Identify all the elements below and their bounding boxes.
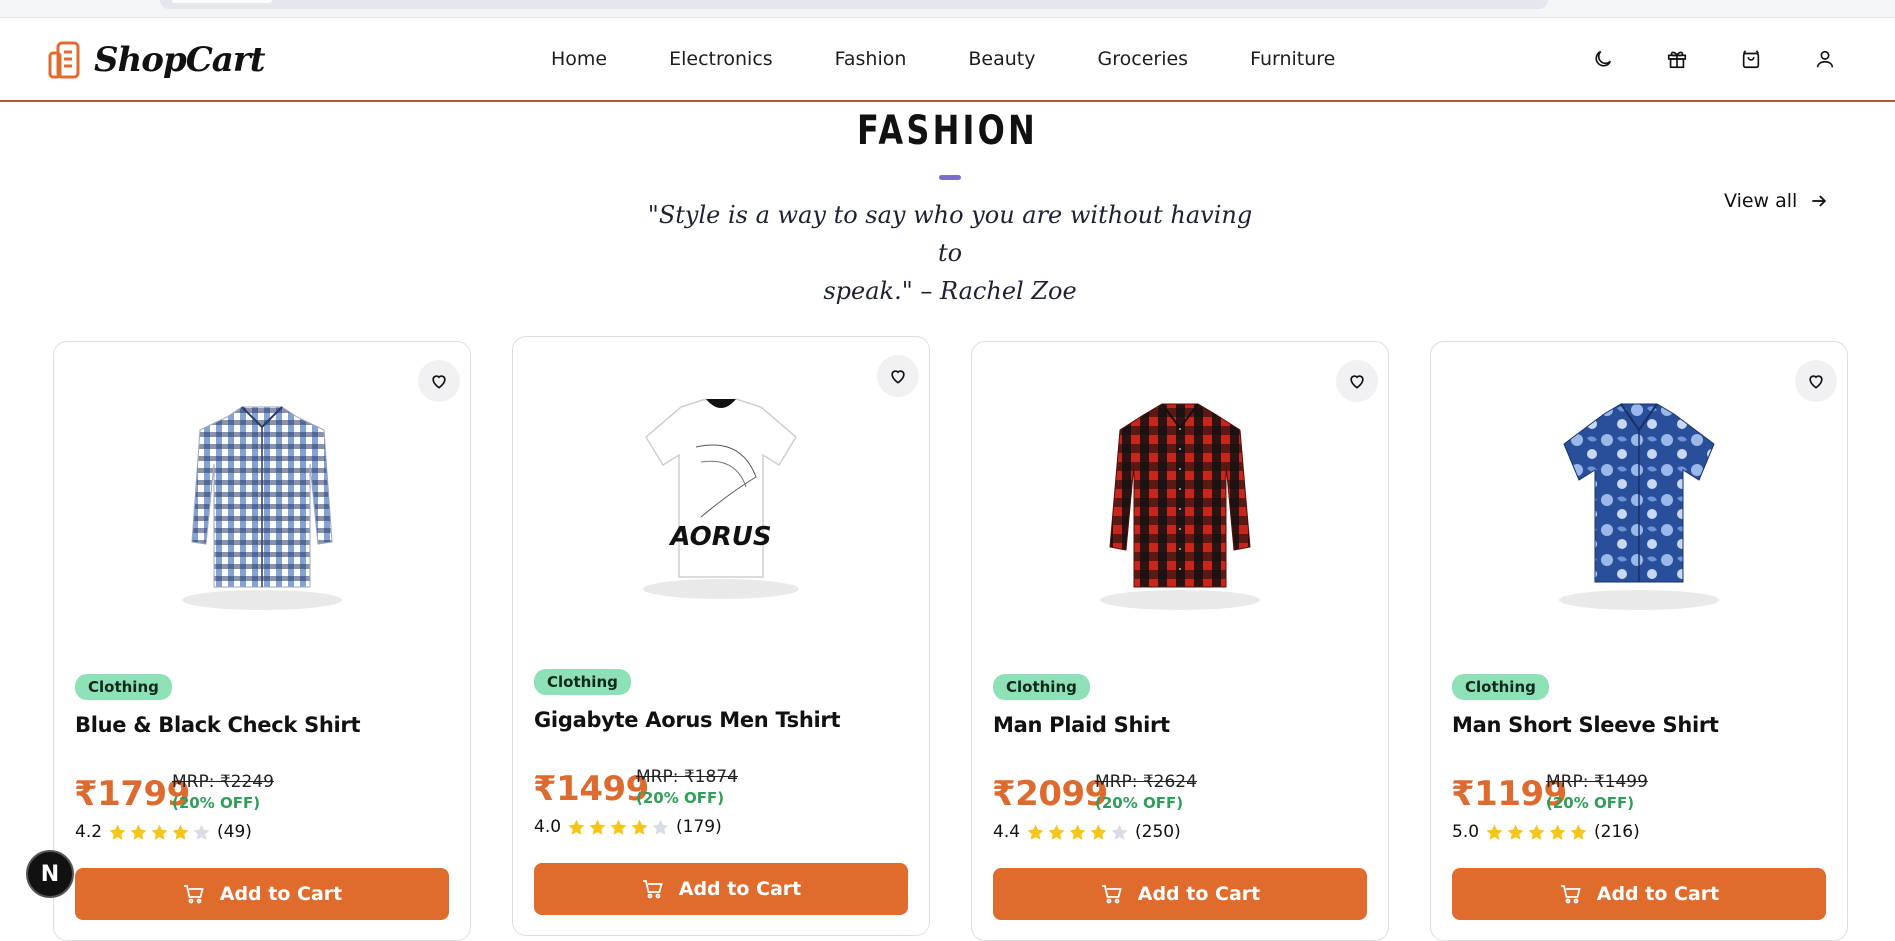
product-discount: (20% OFF) <box>1095 794 1184 812</box>
heart-icon <box>1350 375 1364 389</box>
star-filled-icon <box>589 819 606 835</box>
add-to-cart-button[interactable]: Add to Cart <box>75 868 449 920</box>
product-mrp: MRP: ₹1874 <box>636 767 738 787</box>
star-empty-icon <box>652 819 669 835</box>
svg-text:AORUS: AORUS <box>668 522 771 552</box>
product-discount: (20% OFF) <box>1546 794 1635 812</box>
wishlist-button[interactable] <box>1336 360 1378 402</box>
rating-value: 5.0 <box>1452 822 1480 842</box>
star-rating <box>567 818 670 837</box>
category-badge: Clothing <box>534 669 631 695</box>
star-filled-icon <box>631 819 648 835</box>
review-count: (216) <box>1594 822 1640 842</box>
product-price: ₹2099 <box>992 774 1108 814</box>
star-filled-icon <box>1507 824 1524 840</box>
category-badge: Clothing <box>75 674 172 700</box>
add-to-cart-label: Add to Cart <box>678 878 802 900</box>
review-count: (179) <box>676 817 722 837</box>
heart-icon <box>1809 375 1823 389</box>
product-name[interactable]: Man Short Sleeve Shirt <box>1452 713 1719 737</box>
product-card[interactable]: Clothing Blue & Black Check Shirt ₹1799 … <box>53 341 471 941</box>
product-card[interactable]: Clothing Man Short Sleeve Shirt ₹1199 MR… <box>1430 341 1848 941</box>
product-card[interactable]: Clothing Man Plaid Shirt ₹2099 MRP: ₹262… <box>971 341 1389 941</box>
wishlist-button[interactable] <box>1795 360 1837 402</box>
star-filled-icon <box>1570 824 1587 840</box>
star-filled-icon <box>1027 824 1044 840</box>
product-rating: 4.4 (250) <box>993 822 1181 842</box>
cart-icon <box>183 885 204 904</box>
product-name[interactable]: Gigabyte Aorus Men Tshirt <box>534 708 841 732</box>
star-filled-icon <box>1528 824 1545 840</box>
category-badge: Clothing <box>993 674 1090 700</box>
rating-value: 4.0 <box>534 817 562 837</box>
product-image[interactable] <box>74 362 450 632</box>
star-filled-icon <box>568 819 585 835</box>
star-rating <box>108 823 211 842</box>
product-rating: 5.0 (216) <box>1452 822 1640 842</box>
rating-value: 4.4 <box>993 822 1021 842</box>
cart-icon <box>1101 885 1122 904</box>
star-filled-icon <box>130 824 147 840</box>
blue-floral-shirt-image <box>1559 403 1719 610</box>
product-image[interactable] <box>1451 362 1827 632</box>
product-discount: (20% OFF) <box>172 794 261 812</box>
white-aorus-tshirt-image: AORUS <box>643 398 799 599</box>
product-price: ₹1499 <box>533 769 649 809</box>
star-filled-icon <box>172 824 189 840</box>
cart-icon <box>642 880 663 899</box>
star-filled-icon <box>1549 824 1566 840</box>
wishlist-button[interactable] <box>877 355 919 397</box>
dev-tools-badge[interactable]: N <box>26 850 74 898</box>
product-mrp: MRP: ₹1499 <box>1546 772 1648 792</box>
review-count: (250) <box>1135 822 1181 842</box>
star-filled-icon <box>151 824 168 840</box>
product-image[interactable]: AORUS <box>533 357 909 627</box>
star-filled-icon <box>1069 824 1086 840</box>
product-name[interactable]: Man Plaid Shirt <box>993 713 1170 737</box>
add-to-cart-label: Add to Cart <box>1137 883 1261 905</box>
star-rating <box>1026 823 1129 842</box>
star-empty-icon <box>1111 824 1128 840</box>
wishlist-button[interactable] <box>418 360 460 402</box>
product-name[interactable]: Blue & Black Check Shirt <box>75 713 361 737</box>
blue-check-shirt-image <box>182 406 342 610</box>
cart-icon <box>1560 885 1581 904</box>
rating-value: 4.2 <box>75 822 103 842</box>
category-badge: Clothing <box>1452 674 1549 700</box>
product-grid: Clothing Blue & Black Check Shirt ₹1799 … <box>0 0 1895 941</box>
add-to-cart-button[interactable]: Add to Cart <box>534 863 908 915</box>
star-filled-icon <box>109 824 126 840</box>
product-card[interactable]: AORUS Clothing Gigabyte Aorus Men Tshirt… <box>512 336 930 936</box>
star-filled-icon <box>1048 824 1065 840</box>
product-rating: 4.2 (49) <box>75 822 252 842</box>
star-filled-icon <box>610 819 627 835</box>
review-count: (49) <box>217 822 252 842</box>
red-plaid-shirt-image <box>1100 403 1260 610</box>
star-filled-icon <box>1486 824 1503 840</box>
add-to-cart-label: Add to Cart <box>1596 883 1720 905</box>
heart-icon <box>891 370 905 384</box>
product-mrp: MRP: ₹2249 <box>172 772 274 792</box>
product-discount: (20% OFF) <box>636 789 725 807</box>
add-to-cart-label: Add to Cart <box>219 883 343 905</box>
star-empty-icon <box>193 824 210 840</box>
star-filled-icon <box>1090 824 1107 840</box>
add-to-cart-button[interactable]: Add to Cart <box>993 868 1367 920</box>
star-rating <box>1485 823 1588 842</box>
add-to-cart-button[interactable]: Add to Cart <box>1452 868 1826 920</box>
heart-icon <box>432 375 446 389</box>
product-rating: 4.0 (179) <box>534 817 722 837</box>
product-mrp: MRP: ₹2624 <box>1095 772 1197 792</box>
product-image[interactable] <box>992 362 1368 632</box>
